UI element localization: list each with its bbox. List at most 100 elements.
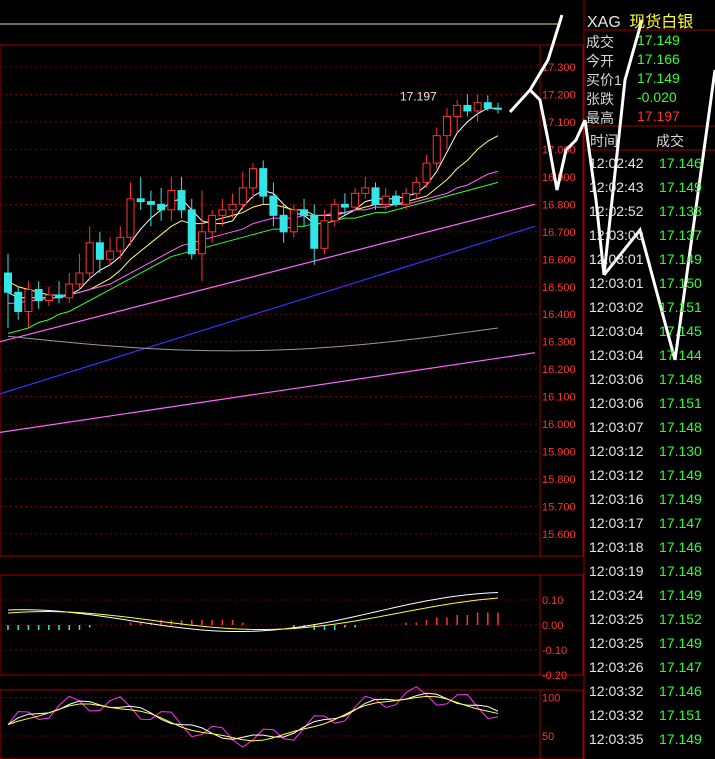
tick-time: 12:03:24 [589,587,644,603]
candle-body [402,192,411,205]
candle-body [269,195,278,216]
candle-body [146,201,155,205]
tick-row[interactable]: 12:03:32 17.146 [586,680,715,704]
tick-time: 12:03:01 [589,275,644,291]
tick-row[interactable]: 12:03:18 17.146 [586,536,715,560]
candle-body [422,162,431,183]
candle-body [126,198,135,238]
tick-price: 17.149 [659,731,702,747]
ticks-header: 时间 成交 [590,131,715,151]
tick-row[interactable]: 12:03:12 17.149 [586,464,715,488]
kdj-tick-label: 50 [542,731,554,743]
price-tick-label: 16.800 [542,199,576,211]
candle-body [391,195,400,205]
tick-price: 17.151 [659,395,702,411]
candle-body [187,209,196,255]
candle-body [44,294,53,301]
tick-time: 12:03:19 [589,563,644,579]
candle-body [157,203,166,211]
tick-row[interactable]: 12:03:16 17.149 [586,488,715,512]
candle-body [453,104,462,117]
quote-label: 最高 [586,110,614,126]
tick-row[interactable]: 12:02:43 17.149 [586,176,715,200]
tick-row[interactable]: 12:03:35 17.149 [586,728,715,752]
tick-time: 12:03:25 [589,635,644,651]
tick-row[interactable]: 12:03:24 17.149 [586,584,715,608]
annotation-arrow-2 [528,14,564,91]
tick-row[interactable]: 12:03:12 17.130 [586,440,715,464]
symbol-name: 现货白银 [629,14,694,31]
tick-row[interactable]: 12:03:06 17.151 [586,392,715,416]
candle-body [177,190,186,211]
tick-price: 17.149 [659,587,702,603]
kdj-k-line [7,692,499,740]
tick-row[interactable]: 12:03:25 17.149 [586,632,715,656]
tick-time: 12:03:04 [589,347,644,363]
tick-row[interactable]: 12:03:19 17.148 [586,560,715,584]
candle-body [95,242,104,260]
tick-price: 17.151 [659,299,702,315]
tick-price: 17.148 [659,563,702,579]
tick-row[interactable]: 12:03:07 17.148 [586,416,715,440]
candle-body [381,195,390,205]
tick-price: 17.152 [659,611,702,627]
tick-row[interactable]: 12:03:01 17.150 [586,272,715,296]
tick-row[interactable]: 12:03:01 17.149 [586,248,715,272]
tick-price: 17.146 [659,683,702,699]
tick-price: 17.137 [659,227,702,243]
candle-body [473,102,482,112]
tick-row[interactable]: 12:03:04 17.145 [586,320,715,344]
tick-price: 17.147 [659,515,702,531]
candle-body [4,272,12,293]
price-tick-label: 15.800 [542,474,576,486]
candle-body [249,168,257,189]
tick-price: 17.149 [659,491,702,507]
ma-line [7,107,498,299]
tick-row[interactable]: 12:03:02 17.151 [586,296,715,320]
tick-time: 12:03:17 [589,515,644,531]
quote-label: 买价1 [586,72,622,88]
candle-body [106,250,115,260]
candle-body [24,289,33,312]
quote-row: 张跌 -0.020 [586,89,715,108]
tick-row[interactable]: 12:03:04 17.144 [586,344,715,368]
tick-time: 12:02:52 [589,203,644,219]
candle-body [361,187,370,194]
tick-row[interactable]: 12:03:06 17.148 [586,368,715,392]
tick-price: 17.146 [659,155,702,171]
quote-value: 17.149 [637,32,680,48]
tick-time: 12:03:01 [589,251,644,267]
tick-row[interactable]: 12:03:26 17.147 [586,656,715,680]
tick-row[interactable]: 12:03:17 17.147 [586,512,715,536]
price-tick-label: 15.700 [542,502,576,514]
tick-row[interactable]: 12:03:25 17.152 [586,608,715,632]
tick-row[interactable]: 12:02:42 17.146 [586,152,715,176]
candle-body [116,236,125,252]
tick-price: 17.148 [659,419,702,435]
candle-body [34,289,43,301]
tick-time: 12:03:04 [589,323,644,339]
price-tick-label: 16.700 [542,227,576,239]
tick-price: 17.147 [659,659,702,675]
candle-body [218,209,227,216]
candle-body [279,214,288,233]
kdj-tick-label: 100 [542,693,560,705]
candle-body [289,209,298,233]
candle-body [208,214,217,233]
quote-value: 17.166 [637,51,680,67]
tick-time: 12:03:06 [589,371,644,387]
price-tick-label: 16.100 [542,392,576,404]
candle-body [197,231,206,255]
tick-row[interactable]: 12:03:00 17.137 [586,224,715,248]
kdj-panel-frame [0,689,584,759]
tick-row[interactable]: 12:02:52 17.138 [586,200,715,224]
candle-body [55,294,64,299]
ma-line [7,135,499,296]
macd-tick-label: 0.00 [542,620,563,632]
tick-price: 17.146 [659,539,702,555]
tick-row[interactable]: 12:03:32 17.151 [586,704,715,728]
candle-body [300,209,309,216]
tick-time: 12:03:25 [589,611,644,627]
price-tick-label: 15.600 [542,529,576,541]
price-tick-label: 16.600 [542,254,576,266]
